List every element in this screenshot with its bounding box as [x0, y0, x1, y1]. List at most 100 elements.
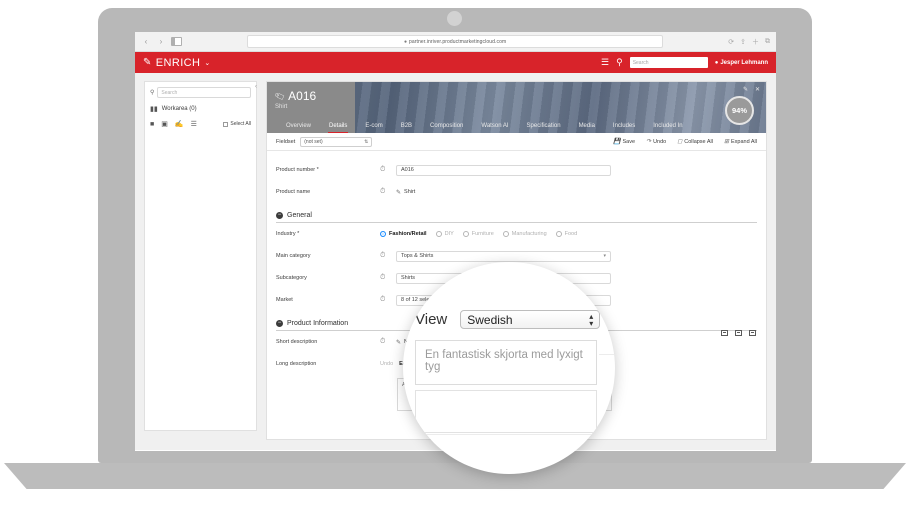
section-general[interactable]: − General [276, 212, 757, 223]
field-industry: Industry * Fashion/Retail DIY Furnitu [276, 223, 757, 245]
fieldset-label: Fieldset [276, 139, 295, 145]
section-product-information-title: Product Information [287, 320, 348, 327]
long-description-undo-button[interactable]: Undo [380, 361, 393, 367]
save-button[interactable]: 💾 Save [613, 138, 635, 145]
section-general-title: General [287, 212, 312, 219]
header-search-placeholder: Search [633, 60, 649, 66]
expand-icon: ⊞ [724, 138, 729, 145]
history-clock-icon[interactable]: ⏱ [380, 274, 396, 282]
product-number-value: A016 [401, 167, 414, 173]
tab-b2b[interactable]: B2B [392, 123, 421, 133]
brand-logo[interactable]: ✎ ENRICH ⌄ [143, 57, 211, 69]
back-icon[interactable]: ‹ [141, 38, 151, 46]
radio-furniture-label: Furniture [472, 231, 494, 237]
tab-details[interactable]: Details [320, 123, 356, 133]
user-icon: ● [715, 60, 719, 66]
magnified-description-input[interactable]: En fantastisk skjorta med lyxigt tyg [415, 340, 597, 385]
expand-all-button[interactable]: ⊞ Expand All [724, 138, 757, 145]
sidebar-search-input[interactable]: Search [157, 87, 251, 98]
grid-view-icon[interactable]: ■ [150, 121, 154, 128]
product-number-input[interactable]: A016 [396, 165, 611, 176]
url-text: partner.inriver.productmarketingcloud.co… [409, 39, 506, 45]
tab-bar: Overview Details E-com B2B Composition W… [267, 114, 766, 133]
url-bar[interactable]: ● partner.inriver.productmarketingcloud.… [247, 35, 663, 48]
layout-split-icon[interactable] [735, 330, 742, 336]
folder-icon: ▮▮ [150, 105, 158, 113]
radio-diy-label: DIY [445, 231, 454, 237]
product-name-value: Shirt [404, 189, 415, 195]
card-view-icon[interactable]: ▣ [161, 120, 168, 128]
hamburger-menu-icon[interactable]: ☰ [601, 57, 609, 68]
chevron-down-icon[interactable]: ⌄ [204, 59, 210, 67]
header-search-input[interactable]: Search [630, 57, 708, 68]
share-icon[interactable]: ⇪ [740, 38, 746, 46]
collapse-all-label: Collapse All [684, 139, 713, 145]
hero-tools: ✎ ✕ [743, 86, 760, 93]
tab-included-in[interactable]: Included In [644, 123, 691, 133]
fieldset-select[interactable]: (not set) ⇅ [300, 137, 372, 147]
radio-diy[interactable]: DIY [436, 231, 454, 237]
collapse-all-button[interactable]: ◻ Collapse All [677, 138, 713, 145]
tab-composition[interactable]: Composition [421, 123, 472, 133]
header-right: ☰ ⚲ Search ● Jesper Lehmann [601, 57, 768, 68]
tab-includes[interactable]: Includes [604, 123, 644, 133]
collapse-icon: ◻ [677, 138, 682, 145]
industry-label: Industry * [276, 231, 380, 237]
close-icon[interactable]: ✕ [755, 86, 760, 93]
history-clock-icon[interactable]: ⏱ [380, 188, 396, 196]
magnified-description-placeholder: En fantastisk skjorta med lyxigt tyg [425, 349, 583, 373]
radio-dot [503, 231, 509, 237]
radio-food[interactable]: Food [556, 231, 578, 237]
layout-icon-group [721, 330, 756, 336]
tab-specification[interactable]: Specification [518, 123, 570, 133]
new-tab-icon[interactable]: ＋ [752, 37, 759, 47]
history-clock-icon[interactable]: ⏱ [380, 338, 396, 346]
collapse-section-icon[interactable]: − [276, 320, 283, 327]
product-number-title: A016 [288, 89, 316, 103]
page-title: 🏷 A016 [275, 89, 355, 103]
tab-media[interactable]: Media [570, 123, 604, 133]
edit-icon[interactable]: ✍ [175, 120, 184, 128]
history-clock-icon[interactable]: ⏱ [380, 296, 396, 304]
reload-icon[interactable]: ⟳ [728, 38, 734, 46]
save-icon: 💾 [613, 138, 620, 145]
product-name-value-wrap[interactable]: ✎ Shirt [396, 189, 415, 196]
radio-food-label: Food [565, 231, 578, 237]
tab-overview[interactable]: Overview [277, 123, 320, 133]
search-icon[interactable]: ⚲ [616, 57, 623, 68]
product-name-label: Product name [276, 189, 380, 195]
tab-ecom[interactable]: E-com [356, 123, 391, 133]
sidebar-collapse-icon[interactable]: ‹ [255, 84, 257, 90]
undo-icon: ↷ [646, 138, 651, 145]
sidebar-toggle-icon[interactable] [171, 37, 182, 46]
radio-furniture[interactable]: Furniture [463, 231, 494, 237]
edit-icon[interactable]: ✎ [743, 86, 748, 93]
fieldset-actions: 💾 Save ↷ Undo ◻ Collapse All ⊞ Expand Al… [613, 138, 757, 145]
forward-icon[interactable]: › [156, 38, 166, 46]
magnified-description-textarea[interactable] [415, 390, 597, 433]
laptop-camera [447, 11, 462, 26]
workarea-label: Workarea (0) [162, 106, 197, 112]
chevron-updown-icon: ⇅ [364, 139, 368, 145]
radio-fashion-retail[interactable]: Fashion/Retail [380, 231, 427, 237]
tabs-overview-icon[interactable]: ⧉ [765, 38, 770, 46]
layout-single-icon[interactable] [721, 330, 728, 336]
language-select[interactable]: Swedish ▴▾ [460, 310, 600, 329]
list-view-icon[interactable]: ☰ [191, 120, 197, 128]
workarea-item[interactable]: ▮▮ Workarea (0) [150, 105, 251, 113]
layout-stacked-icon[interactable] [749, 330, 756, 336]
history-clock-icon[interactable]: ⏱ [380, 166, 396, 174]
main-category-select[interactable]: Tops & Shirts ▾ [396, 251, 611, 262]
chrome-right-icons: ⟳ ⇪ ＋ ⧉ [728, 37, 770, 47]
tag-icon: 🏷 [274, 90, 287, 102]
select-all-checkbox[interactable]: Select All [223, 121, 251, 127]
radio-manufacturing[interactable]: Manufacturing [503, 231, 547, 237]
sidebar-search-placeholder: Search [161, 90, 177, 96]
history-clock-icon[interactable]: ⏱ [380, 252, 396, 260]
collapse-section-icon[interactable]: − [276, 212, 283, 219]
sidebar-search-row: ⚲ Search ‹ [150, 87, 251, 98]
user-menu[interactable]: ● Jesper Lehmann [715, 60, 768, 66]
stepper-icon: ▴▾ [589, 313, 593, 327]
undo-button[interactable]: ↷ Undo [646, 138, 666, 145]
tab-watson-ai[interactable]: Watson AI [472, 123, 517, 133]
